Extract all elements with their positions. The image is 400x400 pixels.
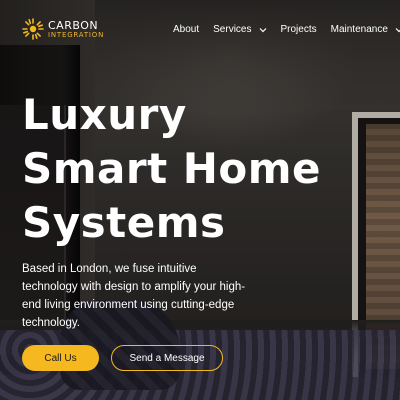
brand-wordmark: CARBON INTEGRATION [48,20,104,39]
nav-item-services[interactable]: Services [213,24,266,35]
send-message-button[interactable]: Send a Message [111,345,223,371]
chevron-down-icon [259,27,266,32]
nav-item-label: Services [213,24,252,35]
hero-description: Based in London, we fuse intuitive techn… [22,263,246,329]
hero-title: Luxury Smart Home Systems [22,88,362,250]
call-us-button[interactable]: Call Us [22,345,99,371]
brand-name: CARBON [48,18,99,32]
hero-title-line: Systems [22,198,226,247]
nav-item-projects[interactable]: Projects [281,24,317,35]
nav-item-about[interactable]: About [173,24,199,35]
nav-item-maintenance[interactable]: Maintenance [331,24,400,35]
nav-item-label: Maintenance [330,24,388,35]
sunburst-logo-icon [22,18,44,40]
nav-item-label: About [173,24,200,35]
main-nav: About Services Projects Maintenance [173,24,400,35]
chevron-down-icon [395,27,400,32]
brand-tagline: INTEGRATION [48,30,105,39]
hero-title-line: Smart Home [22,144,322,193]
hero-title-line: Luxury [22,90,187,139]
brand-logo[interactable]: CARBON INTEGRATION [22,18,104,40]
site-header: CARBON INTEGRATION About Services Projec… [0,0,400,62]
nav-item-label: Projects [280,24,317,35]
